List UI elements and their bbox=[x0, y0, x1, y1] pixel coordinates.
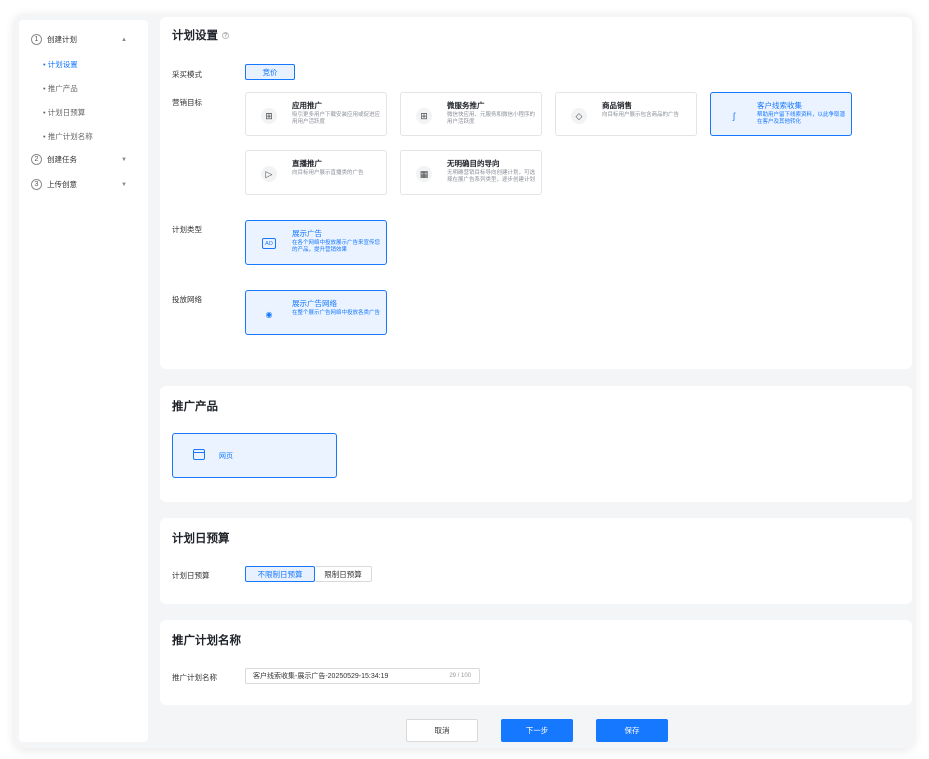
product-card: 推广产品 网页 bbox=[160, 386, 912, 502]
webpage-label: 网页 bbox=[219, 453, 233, 460]
goal-product-sales[interactable]: ◇ 商品销售 向目标用户展示包含商品的广告 bbox=[555, 92, 697, 136]
step-upload-creative[interactable]: 3 上传创意 ▼ bbox=[31, 179, 127, 190]
budget-card: 计划日预算 计划日预算 不限制日预算 限制日预算 bbox=[160, 518, 912, 604]
product-title: 推广产品 bbox=[172, 401, 218, 413]
step-label: 上传创意 bbox=[47, 180, 77, 189]
plan-type-display-ad[interactable]: AD 展示广告 在各个网络中投放展示广告来宣传您的产品，提升营销效果 bbox=[245, 220, 387, 265]
chevron-down-icon[interactable]: ▼ bbox=[121, 182, 127, 188]
network-icon: ◉ bbox=[265, 309, 273, 319]
step-number-1: 1 bbox=[31, 34, 42, 45]
app-window: 1 创建计划 ▲ • 计划设置 • 推广产品 • 计划日预算 • 推广计划名称 … bbox=[14, 14, 914, 748]
next-button[interactable]: 下一步 bbox=[501, 719, 573, 742]
plan-type-desc: 在各个网络中投放展示广告来宣传您的产品，提升营销效果 bbox=[292, 240, 381, 253]
plan-settings-card: 计划设置? 采买模式 竞价 营销目标 ⊞ 应用推广 吸引更多用户下载安装应用或促… bbox=[160, 17, 912, 369]
cancel-button[interactable]: 取消 bbox=[406, 719, 478, 742]
goal-title: 应用推广 bbox=[292, 101, 322, 110]
section-title: 计划设置? bbox=[172, 27, 229, 43]
step-label: 创建任务 bbox=[47, 155, 77, 164]
goal-lead-collection[interactable]: ʃ 客户线索收集 帮助用户留下线索资料，以此争取潜在客户及其他转化 bbox=[710, 92, 852, 136]
goal-title: 商品销售 bbox=[602, 101, 632, 110]
plan-name-input[interactable]: 客户线索收集-展示广告-20250529-15:34:19 29 / 100 bbox=[245, 668, 480, 684]
goal-desc: 吸引更多用户下载安装应用或促进应用用户活跃度 bbox=[292, 112, 381, 125]
budget-label: 计划日预算 bbox=[172, 571, 210, 580]
network-title: 展示广告网络 bbox=[292, 299, 337, 308]
plan-name-title: 推广计划名称 bbox=[172, 635, 241, 647]
plan-name-card: 推广计划名称 推广计划名称 客户线索收集-展示广告-20250529-15:34… bbox=[160, 620, 912, 705]
chevron-up-icon[interactable]: ▲ bbox=[121, 37, 127, 43]
plan-settings-title: 计划设置 bbox=[172, 30, 218, 42]
goal-live-promotion[interactable]: ▷ 直播推广 向目标用户展示直播类的广告 bbox=[245, 150, 387, 195]
network-display[interactable]: ◉ 展示广告网络 在整个展示广告网络中投放各类广告 bbox=[245, 290, 387, 335]
sidebar-item-plan-name[interactable]: • 推广计划名称 bbox=[43, 131, 93, 142]
goal-desc: 无明确营销目标导向创建计划，可选择在展广告系列类型，逐步创建计划 bbox=[447, 170, 536, 183]
lead-icon: ʃ bbox=[733, 111, 735, 121]
sidebar-item-plan-settings[interactable]: • 计划设置 bbox=[43, 59, 78, 70]
step-number-3: 3 bbox=[31, 179, 42, 190]
goal-desc: 微信快应用、元服务和微信小程序的用户活跃度 bbox=[447, 112, 536, 125]
sidebar-item-product[interactable]: • 推广产品 bbox=[43, 83, 78, 94]
chevron-down-icon[interactable]: ▼ bbox=[121, 157, 127, 163]
marketing-goal-label: 营销目标 bbox=[172, 98, 202, 107]
webpage-icon bbox=[193, 449, 205, 460]
step-label: 创建计划 bbox=[47, 35, 77, 44]
goal-no-specific[interactable]: ▦ 无明确目的导向 无明确营销目标导向创建计划，可选择在展广告系列类型，逐步创建… bbox=[400, 150, 542, 195]
plan-name-value: 客户线索收集-展示广告-20250529-15:34:19 bbox=[253, 673, 389, 680]
goal-desc: 向目标用户展示直播类的广告 bbox=[292, 170, 364, 176]
product-webpage-option[interactable]: 网页 bbox=[172, 433, 337, 478]
step-create-task[interactable]: 2 创建任务 ▼ bbox=[31, 154, 127, 165]
steps-sidebar: 1 创建计划 ▲ • 计划设置 • 推广产品 • 计划日预算 • 推广计划名称 … bbox=[19, 20, 148, 742]
plan-type-title: 展示广告 bbox=[292, 229, 322, 238]
ad-icon: AD bbox=[262, 238, 276, 249]
goal-app-promotion[interactable]: ⊞ 应用推广 吸引更多用户下载安装应用或促进应用用户活跃度 bbox=[245, 92, 387, 136]
tag-icon: ◇ bbox=[571, 108, 587, 124]
budget-title: 计划日预算 bbox=[172, 533, 230, 545]
apps-icon: ⊞ bbox=[261, 108, 277, 124]
plan-type-label: 计划类型 bbox=[172, 225, 202, 234]
goal-microservice-promotion[interactable]: ⊞ 微服务推广 微信快应用、元服务和微信小程序的用户活跃度 bbox=[400, 92, 542, 136]
live-icon: ▷ bbox=[261, 166, 277, 182]
goal-title: 无明确目的导向 bbox=[447, 159, 500, 168]
goal-title: 微服务推广 bbox=[447, 101, 485, 110]
goal-desc: 帮助用户留下线索资料，以此争取潜在客户及其他转化 bbox=[757, 112, 846, 125]
sidebar-item-daily-budget[interactable]: • 计划日预算 bbox=[43, 107, 85, 118]
step-create-plan[interactable]: 1 创建计划 ▲ bbox=[31, 34, 127, 45]
unlimited-budget-button[interactable]: 不限制日预算 bbox=[245, 566, 315, 582]
help-icon[interactable]: ? bbox=[222, 32, 229, 40]
network-desc: 在整个展示广告网络中投放各类广告 bbox=[292, 310, 381, 316]
goal-desc: 向目标用户展示包含商品的广告 bbox=[602, 112, 680, 118]
buy-mode-label: 采买模式 bbox=[172, 70, 202, 79]
grid-plus-icon: ⊞ bbox=[416, 108, 432, 124]
network-label: 投放网络 bbox=[172, 295, 202, 304]
plan-name-label: 推广计划名称 bbox=[172, 673, 217, 682]
box-icon: ▦ bbox=[416, 166, 432, 182]
goal-title: 直播推广 bbox=[292, 159, 322, 168]
bidding-button[interactable]: 竞价 bbox=[245, 64, 295, 80]
step-number-2: 2 bbox=[31, 154, 42, 165]
char-counter: 29 / 100 bbox=[449, 673, 471, 679]
save-button[interactable]: 保存 bbox=[596, 719, 668, 742]
goal-title: 客户线索收集 bbox=[757, 101, 802, 110]
limited-budget-button[interactable]: 限制日预算 bbox=[315, 566, 372, 582]
